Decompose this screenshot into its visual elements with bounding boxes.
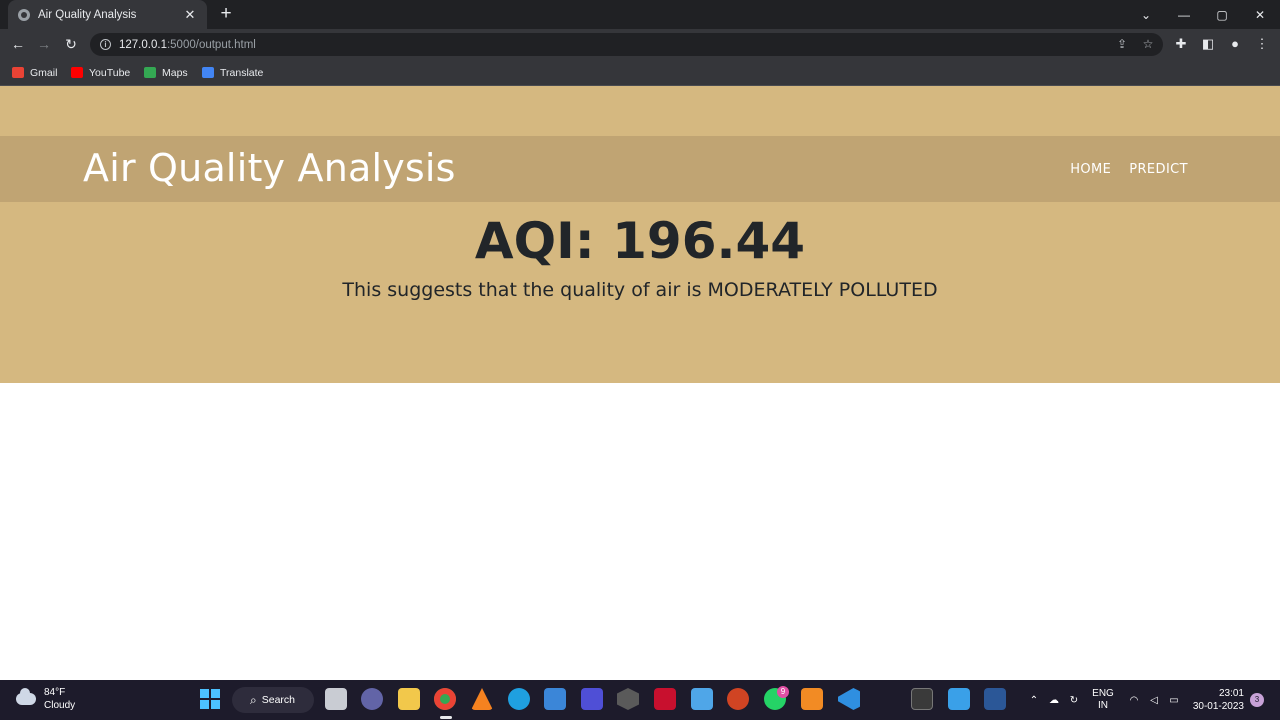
back-arrow-icon[interactable]: ← [8,34,28,54]
browser-tab[interactable]: Air Quality Analysis ✕ [8,0,207,29]
start-windows-icon[interactable] [200,689,220,709]
bookmark-label: Gmail [30,66,58,79]
new-tab-button[interactable]: + [216,4,236,24]
notification-count-badge[interactable]: 3 [1250,693,1264,707]
url-host: 127.0.0.1 [119,38,167,51]
site-info-icon[interactable]: i [100,39,111,50]
maps-icon [144,67,156,78]
close-window-button[interactable]: ✕ [1241,0,1279,29]
nav-predict-link[interactable]: PREDICT [1129,162,1188,177]
site-brand[interactable]: Air Quality Analysis [83,146,456,190]
tab-search-icon[interactable]: ⌄ [1127,0,1165,29]
clock-time: 23:01 [1218,688,1244,699]
bookmark-star-icon[interactable]: ☆ [1137,33,1159,56]
nav-home-link[interactable]: HOME [1070,162,1111,177]
photos-icon[interactable] [948,688,970,710]
clock-date: 30-01-2023 [1192,701,1244,712]
weather-condition: Cloudy [44,700,76,711]
gmail-icon [12,67,24,78]
system-clock[interactable]: 23:01 30-01-2023 [1193,687,1244,713]
tab-title: Air Quality Analysis [38,8,137,21]
extensions-puzzle-icon[interactable]: ✚ [1171,34,1191,54]
whatsapp-unread-badge: 9 [777,686,789,698]
bookmark-label: Maps [162,66,188,79]
profile-avatar-icon[interactable]: ● [1225,34,1245,54]
browser-toolbar: ← → ↻ i 127.0.0.1:5000/output.html ⇪ ☆ ✚… [0,29,1280,59]
chrome-icon[interactable] [434,688,456,710]
page-viewport: Air Quality Analysis HOME PREDICT AQI: 1… [0,86,1280,680]
wifi-icon[interactable]: ◠ [1125,680,1143,720]
volume-icon[interactable]: ◁ [1145,680,1163,720]
site-navbar: Air Quality Analysis HOME PREDICT [0,136,1280,202]
bookmark-gmail[interactable]: Gmail [12,64,57,81]
microsoft-store-icon[interactable] [544,688,566,710]
bookmark-youtube[interactable]: YouTube [71,64,130,81]
teams-chat-icon[interactable] [361,688,383,710]
bookmark-translate[interactable]: Translate [202,64,263,81]
battery-icon[interactable]: ▭ [1165,680,1183,720]
side-panel-icon[interactable]: ◧ [1198,34,1218,54]
aqi-value-heading: AQI: 196.44 [474,212,806,270]
forward-arrow-icon[interactable]: → [34,34,54,54]
language-line1: ENG [1092,688,1114,699]
sublime-text-icon[interactable] [801,688,823,710]
bookmark-label: YouTube [89,66,131,79]
search-icon: ⌕ [250,692,257,707]
weather-temp: 84°F [44,687,66,698]
bookmarks-bar: Gmail YouTube Maps Translate [0,59,1280,86]
windows-taskbar: 84°F Cloudy ⌕ Search 9 ⌃ ☁ ↻ ENG IN ◠ ◁ … [0,680,1280,720]
language-line2: IN [1098,700,1108,711]
youtube-icon [71,67,83,78]
close-tab-icon[interactable]: ✕ [183,7,197,22]
notepad-icon[interactable] [691,688,713,710]
reload-icon[interactable]: ↻ [61,34,81,54]
air-quality-message: This suggests that the quality of air is… [342,279,938,301]
task-view-icon[interactable] [325,688,347,710]
cloud-icon [16,688,36,705]
bookmark-label: Translate [220,66,264,79]
word-icon[interactable] [984,688,1006,710]
translate-icon [202,67,214,78]
taskbar-search[interactable]: ⌕ Search [232,687,314,713]
bookmark-maps[interactable]: Maps [144,64,188,81]
onedrive-cloud-icon[interactable]: ☁ [1045,680,1063,720]
terminal-icon[interactable] [911,688,933,710]
maximize-button[interactable]: ▢ [1203,0,1241,29]
language-indicator[interactable]: ENG IN [1090,680,1116,720]
vscode-icon[interactable] [838,688,860,710]
address-bar[interactable]: i 127.0.0.1:5000/output.html ⇪ ☆ [90,33,1163,56]
file-explorer-icon[interactable] [398,688,420,710]
menu-dots-icon[interactable]: ⋮ [1252,34,1272,54]
hero-section: Air Quality Analysis HOME PREDICT AQI: 1… [0,86,1280,383]
sync-icon[interactable]: ↻ [1065,680,1083,720]
unity-icon[interactable] [617,688,639,710]
powerpoint-icon[interactable] [727,688,749,710]
vlc-icon[interactable] [471,688,493,710]
weather-widget[interactable]: 84°F Cloudy [16,686,75,712]
show-hidden-icons-chevron-icon[interactable]: ⌃ [1026,680,1042,720]
chrome-active-indicator [440,716,452,719]
nav-links: HOME PREDICT [1070,162,1188,177]
browser-tab-strip: Air Quality Analysis ✕ + ⌄ — ▢ ✕ [0,0,1280,29]
globe-icon [18,8,30,21]
mcafee-icon[interactable] [654,688,676,710]
edge-icon[interactable] [508,688,530,710]
url-path: :5000/output.html [166,38,256,51]
pen-app-icon[interactable] [581,688,603,710]
search-label: Search [261,694,296,706]
minimize-button[interactable]: — [1165,0,1203,29]
share-icon[interactable]: ⇪ [1111,33,1133,56]
